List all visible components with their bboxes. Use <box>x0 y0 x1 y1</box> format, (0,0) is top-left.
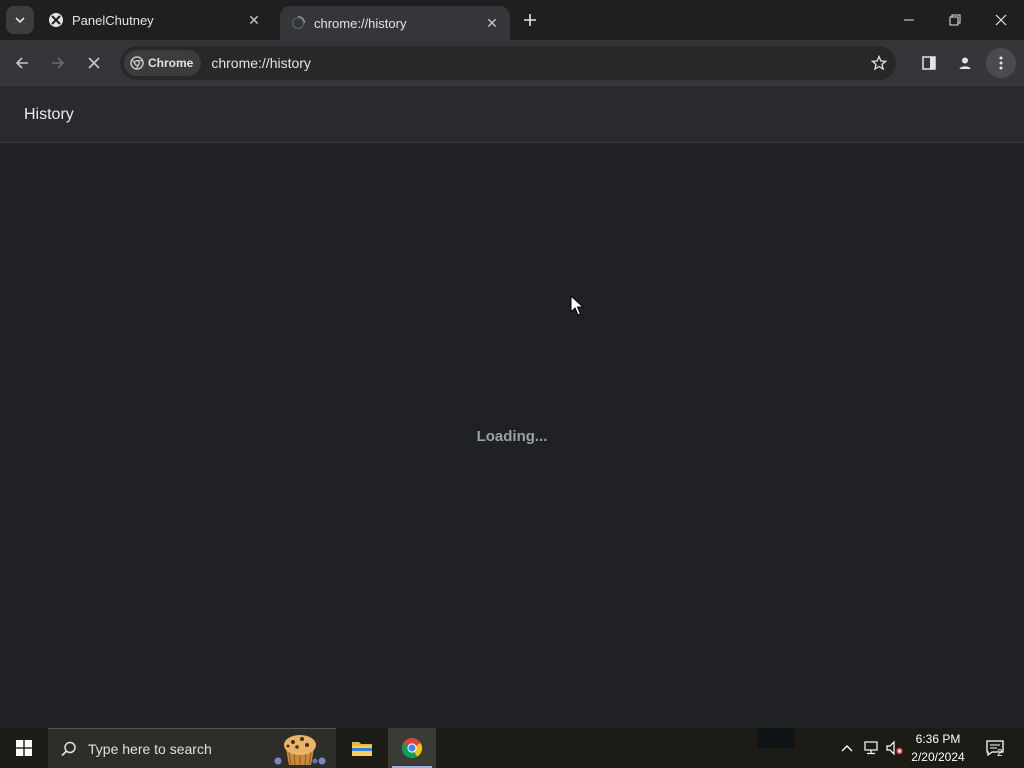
clock-date: 2/20/2024 <box>911 750 965 764</box>
more-vert-icon <box>999 56 1003 70</box>
tab-title: PanelChutney <box>72 12 154 28</box>
close-icon[interactable]: ✕ <box>244 10 264 30</box>
profile-button[interactable] <box>950 48 980 78</box>
speaker-muted-icon <box>886 741 903 755</box>
page-title: History <box>24 106 74 123</box>
close-window-button[interactable] <box>978 0 1024 40</box>
panelchutney-icon <box>48 12 64 28</box>
volume-button[interactable] <box>884 728 906 768</box>
tab-strip: PanelChutney ✕ chrome://history ✕ <box>0 0 1024 40</box>
forward-button[interactable] <box>43 48 73 78</box>
folder-icon <box>352 742 372 756</box>
notification-center-button[interactable]: 2 <box>980 728 1010 768</box>
taskbar-clock[interactable]: 6:36 PM 2/20/2024 <box>906 730 970 766</box>
muffin-search-highlight-icon <box>274 735 326 766</box>
search-icon <box>61 741 76 756</box>
side-panel-icon <box>922 56 936 70</box>
loading-message: Loading... <box>476 428 548 445</box>
network-icon <box>864 741 878 755</box>
windows-taskbar: Type here to search 6:36 PM 2/20/2024 2 <box>0 728 1024 768</box>
chevron-down-icon <box>15 17 25 24</box>
taskbar-thumbnail-area <box>758 728 794 748</box>
address-bar[interactable]: Chrome chrome://history <box>120 46 896 80</box>
chevron-up-icon <box>841 745 853 752</box>
arrow-left-icon <box>15 57 28 69</box>
arrow-right-icon <box>52 57 65 69</box>
url-text[interactable]: chrome://history <box>211 55 864 71</box>
site-info-chip[interactable]: Chrome <box>124 50 202 76</box>
browser-toolbar: Chrome chrome://history <box>0 40 1024 86</box>
clock-time: 6:36 PM <box>915 732 961 746</box>
history-content: Loading... <box>0 143 1024 728</box>
chrome-menu-button[interactable] <box>986 48 1016 78</box>
network-status-button[interactable] <box>860 728 882 768</box>
tab-history[interactable]: chrome://history ✕ <box>280 6 510 40</box>
minimize-icon <box>904 19 914 21</box>
file-explorer-button[interactable] <box>338 728 386 768</box>
new-tab-button[interactable] <box>518 8 542 32</box>
taskbar-search-box[interactable]: Type here to search <box>48 728 336 768</box>
loading-spinner-icon <box>290 15 306 31</box>
restore-button[interactable] <box>932 0 978 40</box>
notification-count-badge: 2 <box>997 748 1003 759</box>
profile-icon <box>959 57 971 69</box>
back-button[interactable] <box>7 48 37 78</box>
windows-logo-icon <box>16 740 32 756</box>
tab-title: chrome://history <box>314 15 407 31</box>
show-hidden-icons-button[interactable] <box>836 728 858 768</box>
restore-icon <box>949 14 961 26</box>
chrome-logo-icon <box>130 56 144 70</box>
star-icon <box>871 55 887 71</box>
chrome-taskbar-button[interactable] <box>388 728 436 768</box>
close-icon[interactable]: ✕ <box>482 13 502 33</box>
mouse-cursor-icon <box>570 295 584 316</box>
tab-panelchutney[interactable]: PanelChutney ✕ <box>38 0 272 40</box>
start-button[interactable] <box>0 728 48 768</box>
stop-loading-button[interactable] <box>79 48 109 78</box>
tab-search-button[interactable] <box>6 6 34 34</box>
minimize-button[interactable] <box>886 0 932 40</box>
site-chip-label: Chrome <box>148 56 194 70</box>
bookmark-star-button[interactable] <box>864 48 894 78</box>
chrome-logo-icon <box>401 738 423 759</box>
side-panel-button[interactable] <box>914 48 944 78</box>
close-icon <box>88 57 100 69</box>
history-header: History <box>0 86 1024 143</box>
plus-icon <box>524 14 536 26</box>
close-icon <box>995 14 1007 26</box>
